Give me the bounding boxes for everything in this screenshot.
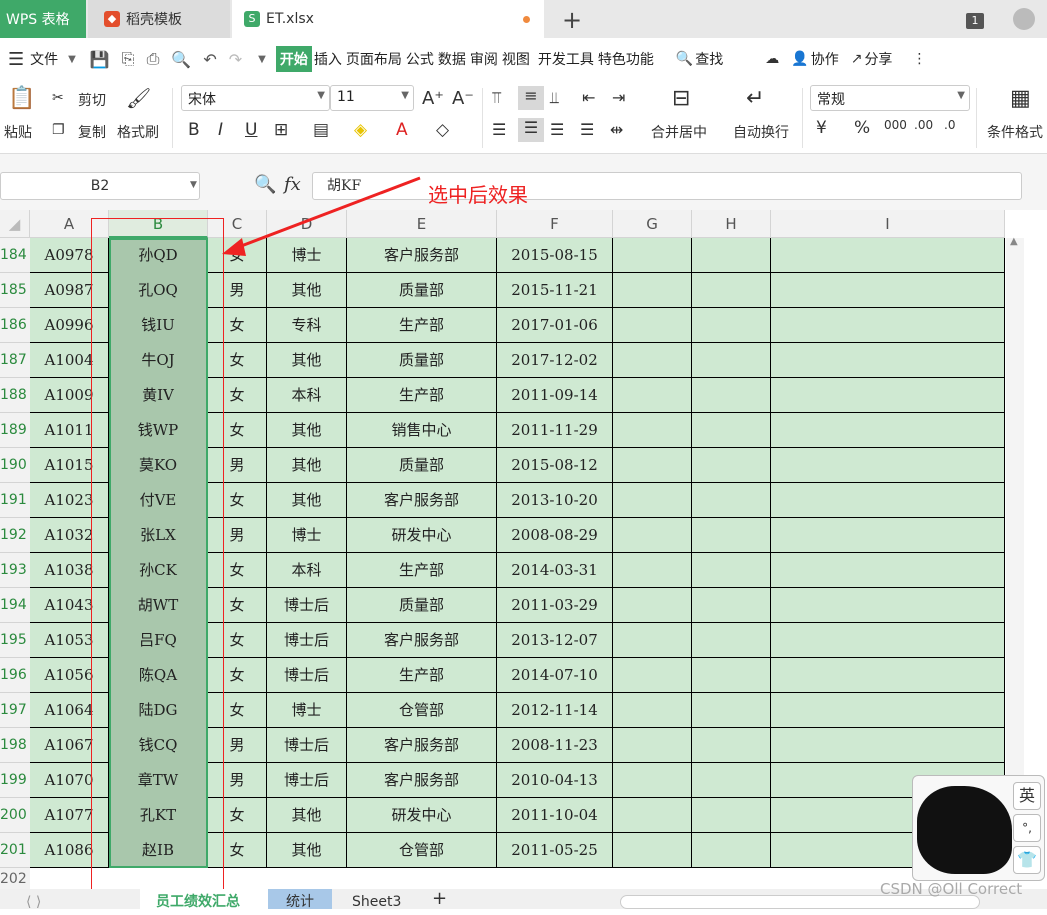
ime-skin-icon[interactable]: 👕 xyxy=(1013,846,1041,874)
first-sheet-icon[interactable]: ⟨ ⟩ xyxy=(10,889,57,910)
watermark: CSDN @Oll Correct xyxy=(880,880,1023,898)
sheet-tab-stats[interactable]: 统计 xyxy=(268,889,332,910)
cat-image xyxy=(917,786,1012,874)
sheet-tab-summary[interactable]: 员工绩效汇总 xyxy=(140,889,268,910)
ime-punct-button[interactable]: °, xyxy=(1013,814,1041,842)
annotation-arrow xyxy=(222,176,421,256)
add-sheet-button[interactable]: + xyxy=(416,889,463,909)
annotation-label: 选中后效果 xyxy=(428,183,528,207)
sheet-tab-sheet3[interactable]: Sheet3 xyxy=(336,889,417,910)
ime-widget: 英 °, 👕 xyxy=(912,775,1045,881)
ime-lang-button[interactable]: 英 xyxy=(1013,782,1041,810)
